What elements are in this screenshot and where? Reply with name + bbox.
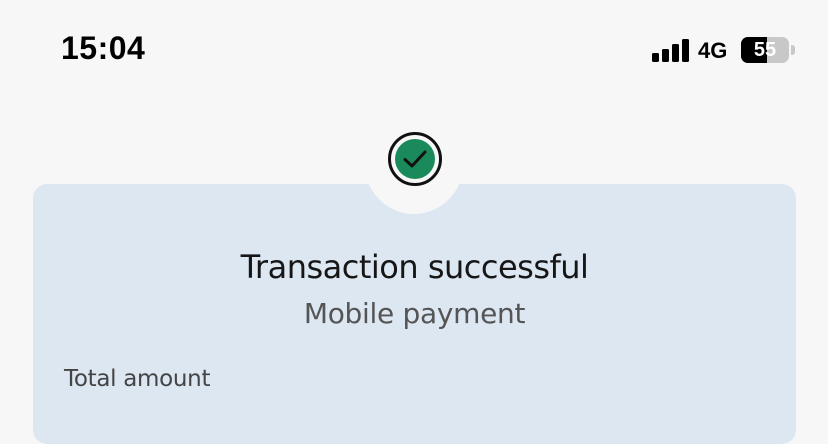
signal-bar-4: [682, 39, 689, 62]
signal-bar-1: [652, 53, 659, 62]
total-amount-label: Total amount: [64, 366, 211, 392]
status-bar: 15:04 4G 55: [0, 0, 828, 100]
battery-cap: [791, 45, 795, 55]
network-type: 4G: [698, 38, 728, 63]
signal-bar-3: [672, 44, 679, 62]
transaction-subtitle: Mobile payment: [303, 297, 526, 330]
checkmark-circle-icon: [395, 139, 435, 179]
cellular-signal-icon: [652, 38, 690, 62]
signal-bar-2: [662, 49, 669, 62]
success-icon-ring: [388, 132, 442, 186]
checkmark-icon: [403, 150, 427, 168]
status-time: 15:04: [61, 30, 146, 66]
battery-icon: 55: [741, 37, 789, 63]
battery-percent: 55: [753, 39, 777, 61]
transaction-title: Transaction successful: [240, 248, 589, 286]
